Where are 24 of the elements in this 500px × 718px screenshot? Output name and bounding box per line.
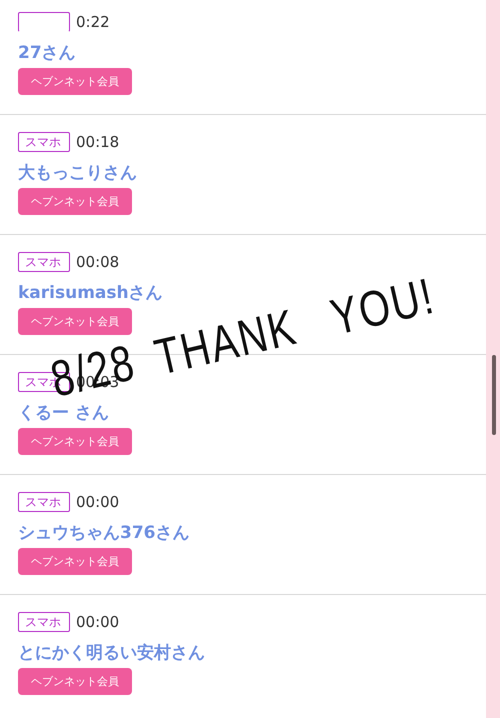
member-badge: ヘブンネット会員 [18, 188, 132, 215]
device-tag: スマホ [18, 612, 70, 632]
visitor-name[interactable]: とにかく明るい安村さん [18, 641, 486, 663]
device-tag: スマホ [18, 492, 70, 512]
visit-time: 00:00 [76, 493, 120, 511]
member-badge: ヘブンネット会員 [18, 308, 132, 335]
visitor-name[interactable]: 27さん [18, 41, 486, 63]
handwritten-word: THANK [150, 302, 302, 384]
member-badge: ヘブンネット会員 [18, 668, 132, 695]
visit-time: 00:00 [76, 613, 120, 631]
visitor-name[interactable]: シュウちゃん376さん [18, 521, 486, 543]
member-badge: ヘブンネット会員 [18, 428, 132, 455]
tag-frame [18, 12, 70, 32]
visitor-name[interactable]: 大もっこりさん [18, 161, 486, 183]
member-badge: ヘブンネット会員 [18, 68, 132, 95]
handwritten-word: YOU! [326, 271, 440, 344]
visit-time: 0:22 [76, 13, 110, 31]
device-tag: スマホ [18, 252, 70, 272]
visitor-name[interactable]: くるー さん [18, 401, 486, 423]
member-badge: ヘブンネット会員 [18, 548, 132, 575]
scrollbar[interactable] [492, 355, 496, 435]
device-tag: スマホ [18, 132, 70, 152]
visit-time: 00:08 [76, 253, 120, 271]
visit-time: 00:18 [76, 133, 120, 151]
